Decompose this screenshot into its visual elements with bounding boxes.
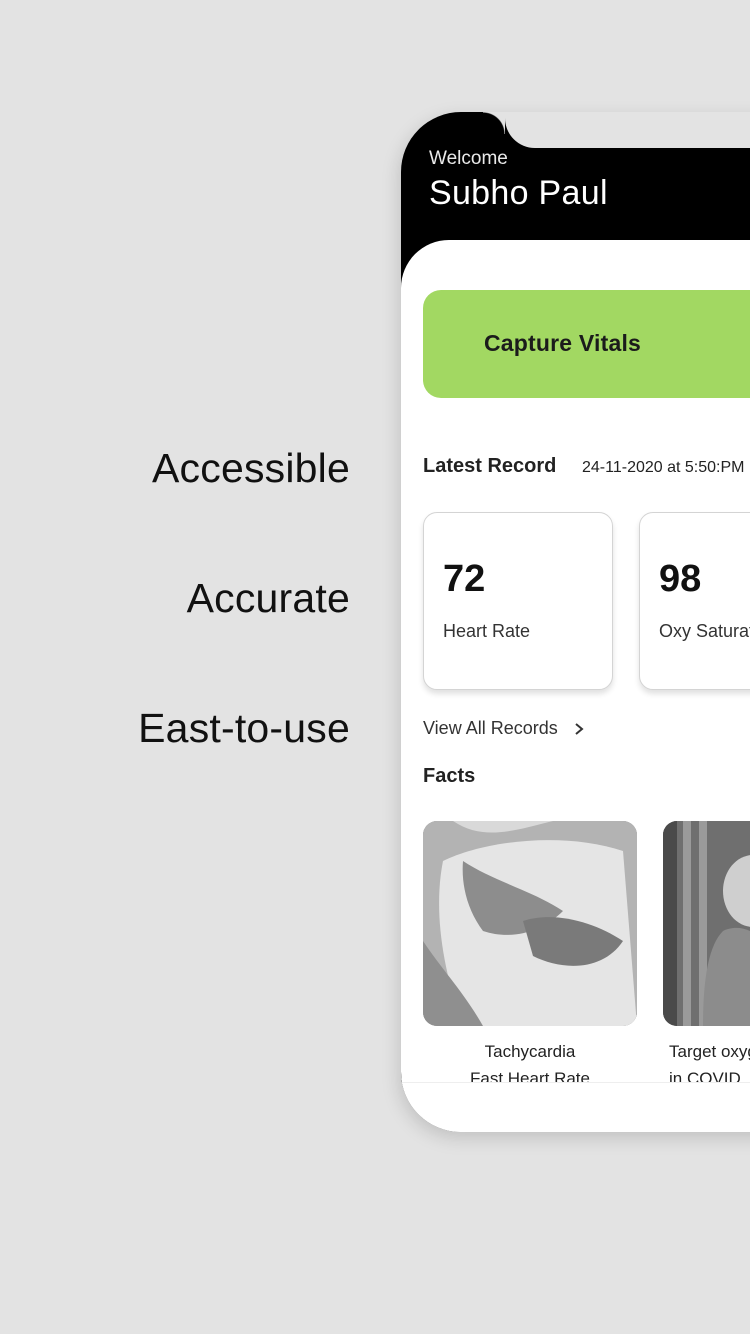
fact-image-chest-pain: [423, 821, 637, 1026]
facts-title: Facts: [423, 765, 476, 787]
main-content: Capture Vitals Latest Record 24-11-2020 …: [401, 240, 750, 1132]
fact-card-target-oxygen[interactable]: Target oxygen in COVID: [663, 821, 750, 1092]
phone-mockup: Welcome Subho Paul Capture Vitals Latest…: [401, 112, 750, 1132]
view-all-records-label: View All Records: [423, 718, 558, 738]
bottom-bar: [401, 1082, 750, 1132]
latest-record-date: 24-11-2020 at 5:50:PM: [582, 459, 745, 476]
feature-accessible: Accessible: [152, 445, 350, 491]
latest-record-title: Latest Record: [423, 455, 557, 477]
welcome-text: Welcome: [429, 148, 508, 169]
user-name: Subho Paul: [429, 174, 608, 212]
screen: Accessible Accurate East-to-use Welcome …: [0, 0, 750, 1334]
heart-rate-value: 72: [443, 558, 486, 600]
feature-easy-to-use: East-to-use: [138, 705, 350, 751]
view-all-records-link[interactable]: View All Records: [423, 718, 586, 739]
chevron-right-icon: [575, 722, 584, 735]
capture-vitals-button[interactable]: Capture Vitals: [423, 290, 750, 398]
oxy-saturation-card[interactable]: 98 Oxy Saturation: [639, 512, 750, 690]
oxy-saturation-label: Oxy Saturation: [659, 621, 750, 641]
fact-card-tachycardia[interactable]: Tachycardia Fast Heart Rate: [423, 821, 637, 1092]
fact-image-oxygen: [663, 821, 750, 1026]
heart-rate-label: Heart Rate: [443, 621, 531, 641]
latest-record-header: Latest Record 24-11-2020 at 5:50:PM: [423, 455, 750, 485]
heart-rate-card[interactable]: 72 Heart Rate: [423, 512, 613, 690]
feature-accurate: Accurate: [186, 575, 350, 621]
feature-list: Accessible Accurate East-to-use: [138, 448, 350, 838]
oxy-saturation-value: 98: [659, 558, 702, 600]
capture-vitals-label: Capture Vitals: [484, 330, 642, 356]
